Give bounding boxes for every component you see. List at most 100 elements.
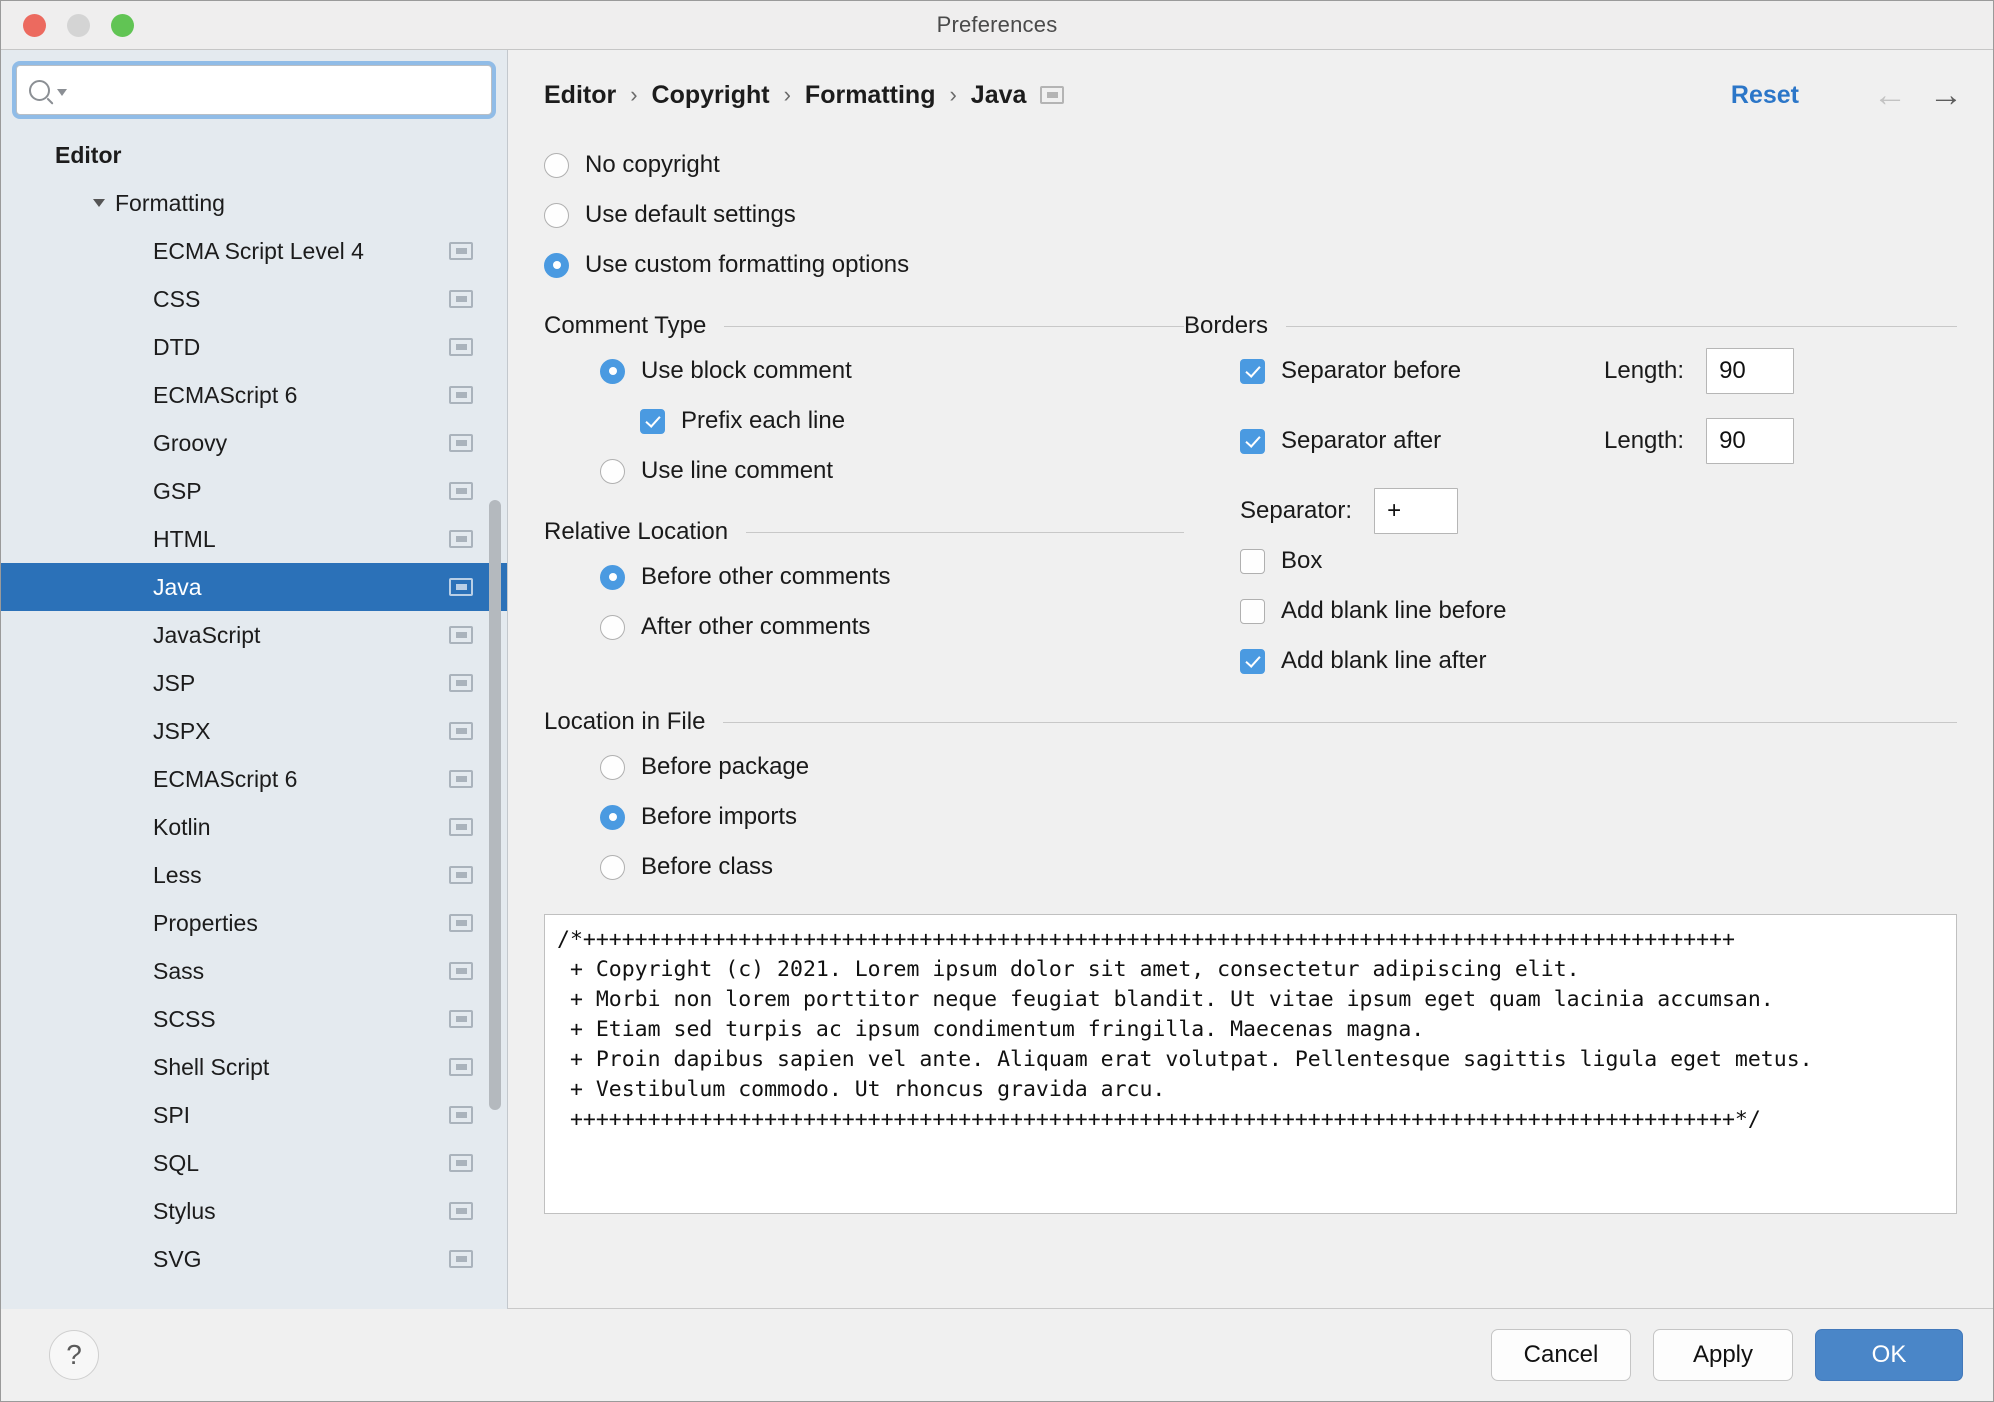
separator-input[interactable] [1374,488,1458,534]
sidebar-item-scss[interactable]: SCSS [1,995,507,1043]
separator-before-row: Separator before Length: [1184,346,1957,396]
sidebar-item-label: Editor [55,142,121,169]
chevron-down-icon [57,89,67,96]
checkbox-add-blank-line-after[interactable]: Add blank line after [1184,636,1957,686]
checkbox-label: Separator after [1281,427,1441,455]
settings-main-panel: Editor›Copyright›Formatting›Java Reset ←… [508,50,1993,1309]
search-box[interactable] [16,65,492,115]
copyright-preview[interactable]: /*++++++++++++++++++++++++++++++++++++++… [544,914,1957,1214]
radio-label: Use custom formatting options [585,251,909,279]
sidebar-item-label: Groovy [153,430,227,457]
module-icon [449,866,473,884]
cancel-button[interactable]: Cancel [1491,1329,1631,1381]
module-icon [449,914,473,932]
search-input[interactable] [75,78,479,102]
separator-after-length-input[interactable] [1706,418,1794,464]
checkbox-separator-before[interactable]: Separator before [1240,357,1570,385]
radio-use-default-settings[interactable]: Use default settings [544,190,1957,240]
module-icon [449,1058,473,1076]
radio-indicator [544,253,569,278]
module-icon [449,434,473,452]
breadcrumb-item[interactable]: Formatting [805,81,936,110]
radio-use-line-comment[interactable]: Use line comment [544,446,1184,496]
radio-before-package[interactable]: Before package [544,742,1957,792]
checkbox-separator-after[interactable]: Separator after [1240,427,1570,455]
radio-indicator [600,359,625,384]
sidebar-item-css[interactable]: CSS [1,275,507,323]
help-button[interactable]: ? [49,1330,99,1380]
ok-button[interactable]: OK [1815,1329,1963,1381]
checkbox-indicator [1240,359,1265,384]
sidebar-item-kotlin[interactable]: Kotlin [1,803,507,851]
sidebar-item-ecma-script-level-4[interactable]: ECMA Script Level 4 [1,227,507,275]
reset-button[interactable]: Reset [1731,81,1799,110]
sidebar-item-label: SQL [153,1150,199,1177]
sidebar-item-jspx[interactable]: JSPX [1,707,507,755]
checkbox-indicator [640,409,665,434]
sidebar-item-properties[interactable]: Properties [1,899,507,947]
sidebar-scrollbar[interactable] [489,170,501,1239]
separator-char-row: Separator: [1184,486,1957,536]
breadcrumb-item[interactable]: Editor [544,81,616,110]
breadcrumb-bar: Editor›Copyright›Formatting›Java Reset ←… [508,64,1993,126]
sidebar-scrollbar-thumb[interactable] [489,500,501,1110]
separator-before-length-input[interactable] [1706,348,1794,394]
apply-button[interactable]: Apply [1653,1329,1793,1381]
radio-indicator [600,565,625,590]
sidebar-item-groovy[interactable]: Groovy [1,419,507,467]
sidebar-item-java[interactable]: Java [1,563,507,611]
sidebar-item-sql[interactable]: SQL [1,1139,507,1187]
module-icon [449,578,473,596]
module-icon [449,962,473,980]
sidebar-item-dtd[interactable]: DTD [1,323,507,371]
sidebar-item-html[interactable]: HTML [1,515,507,563]
sidebar-item-gsp[interactable]: GSP [1,467,507,515]
arrow-left-icon[interactable]: ← [1873,78,1907,112]
sidebar-item-formatting[interactable]: Formatting [1,179,507,227]
radio-use-block-comment[interactable]: Use block comment [544,346,1184,396]
sidebar-item-less[interactable]: Less [1,851,507,899]
left-column: Comment Type Use block comment Prefix ea… [544,290,1184,686]
breadcrumb-item[interactable]: Java [971,81,1027,110]
sidebar-item-sass[interactable]: Sass [1,947,507,995]
checkbox-label: Add blank line before [1281,597,1507,625]
radio-label: Before other comments [641,563,890,591]
module-icon [449,818,473,836]
breadcrumb-separator: › [630,82,637,108]
sidebar-item-javascript[interactable]: JavaScript [1,611,507,659]
radio-label: After other comments [641,613,870,641]
breadcrumb-separator: › [949,82,956,108]
sidebar-item-editor[interactable]: Editor [1,131,507,179]
radio-before-imports[interactable]: Before imports [544,792,1957,842]
sidebar-item-label: Properties [153,910,258,937]
checkbox-label: Box [1281,547,1322,575]
radio-use-custom-formatting-options[interactable]: Use custom formatting options [544,240,1957,290]
sidebar-item-spi[interactable]: SPI [1,1091,507,1139]
radio-before-other-comments[interactable]: Before other comments [544,552,1184,602]
arrow-right-icon[interactable]: → [1929,78,1963,112]
settings-tree[interactable]: Editor FormattingECMA Script Level 4CSSDT… [1,125,507,1309]
preferences-window: Preferences EditorFormattingECMA Script … [0,0,1994,1402]
sidebar-item-jsp[interactable]: JSP [1,659,507,707]
sidebar-item-svg[interactable]: SVG [1,1235,507,1283]
module-icon [449,1010,473,1028]
module-icon [449,386,473,404]
sidebar-item-shell-script[interactable]: Shell Script [1,1043,507,1091]
radio-before-class[interactable]: Before class [544,842,1957,892]
location-in-file-section-title: Location in File [544,708,1957,736]
sidebar-item-stylus[interactable]: Stylus [1,1187,507,1235]
sidebar-item-ecmascript-6[interactable]: ECMAScript 6 [1,755,507,803]
checkbox-add-blank-line-before[interactable]: Add blank line before [1184,586,1957,636]
radio-no-copyright[interactable]: No copyright [544,140,1957,190]
checkbox-prefix-each-line[interactable]: Prefix each line [544,396,1184,446]
radio-after-other-comments[interactable]: After other comments [544,602,1184,652]
chevron-down-icon[interactable] [93,199,105,207]
sidebar-item-label: GSP [153,478,202,505]
sidebar-item-ecmascript-6[interactable]: ECMAScript 6 [1,371,507,419]
sidebar-item-label: Kotlin [153,814,211,841]
divider [723,722,1957,723]
checkbox-box[interactable]: Box [1184,536,1957,586]
module-icon [449,1202,473,1220]
breadcrumb-item[interactable]: Copyright [652,81,770,110]
radio-indicator [600,755,625,780]
